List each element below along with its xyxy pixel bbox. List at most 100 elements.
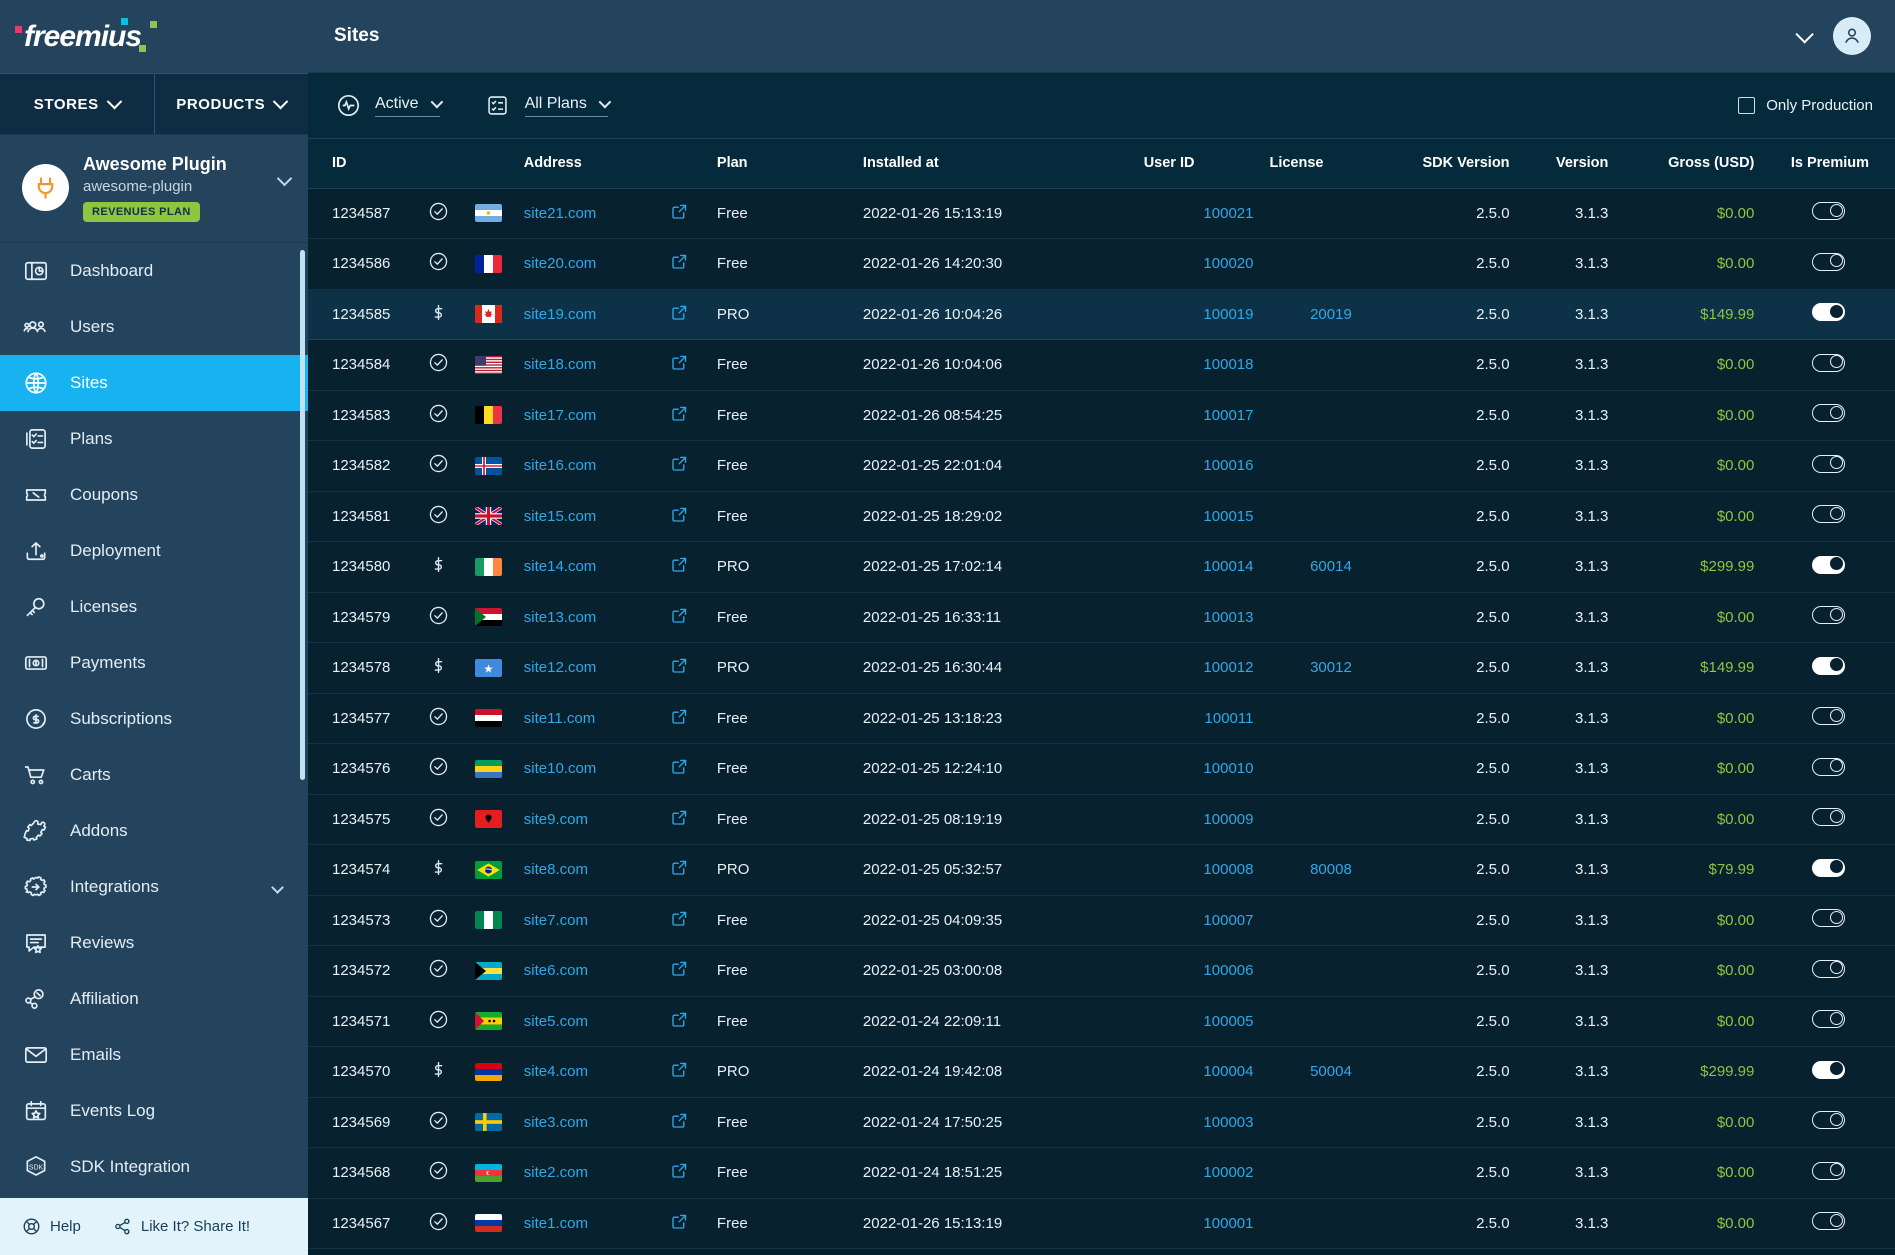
sidebar-item-sites[interactable]: Sites — [0, 355, 308, 412]
table-row[interactable]: 1234570 site4.com PRO 2022-01-24 19:42:08 10… — [308, 1046, 1895, 1098]
user-id-link[interactable]: 100007 — [1135, 895, 1262, 946]
license-link[interactable] — [1261, 390, 1374, 441]
is-premium-toggle[interactable] — [1762, 592, 1895, 643]
site-address-link[interactable]: site5.com — [515, 996, 651, 1047]
chevron-down-icon[interactable] — [271, 881, 284, 894]
col-installed-at[interactable]: Installed at — [854, 139, 1136, 189]
col-user-id[interactable]: User ID — [1135, 139, 1262, 189]
site-address-link[interactable]: site19.com — [515, 289, 651, 340]
table-row[interactable]: 1234579 site13.com Free 2022-01-25 16:33:11… — [308, 592, 1895, 643]
site-address-link[interactable]: site14.com — [515, 541, 651, 593]
avatar[interactable] — [1833, 17, 1871, 55]
sidebar-item-addons[interactable]: Addons — [0, 803, 308, 859]
col-is-premium[interactable]: Is Premium — [1762, 139, 1895, 189]
is-premium-toggle[interactable] — [1762, 844, 1895, 896]
user-id-link[interactable]: 100013 — [1135, 592, 1262, 643]
license-link[interactable]: 30012 — [1261, 642, 1374, 694]
col-license[interactable]: License — [1261, 139, 1374, 189]
external-link-icon[interactable] — [650, 491, 709, 542]
user-id-link[interactable]: 100017 — [1135, 390, 1262, 441]
license-link[interactable] — [1261, 339, 1374, 391]
user-id-link[interactable]: 100011 — [1135, 693, 1262, 744]
freemius-logo[interactable]: freemius — [15, 17, 157, 54]
external-link-icon[interactable] — [650, 390, 709, 441]
user-id-link[interactable]: 100001 — [1135, 1198, 1262, 1249]
user-id-link[interactable]: 100005 — [1135, 996, 1262, 1047]
license-link[interactable]: 20019 — [1261, 289, 1374, 340]
site-address-link[interactable]: site6.com — [515, 945, 651, 997]
sidebar-item-subscriptions[interactable]: Subscriptions — [0, 691, 308, 747]
table-row[interactable]: 1234578 site12.com PRO 2022-01-25 16:30:44 1… — [308, 642, 1895, 694]
is-premium-toggle[interactable] — [1762, 1046, 1895, 1098]
license-link[interactable] — [1261, 996, 1374, 1047]
status-select[interactable]: Active — [375, 95, 443, 117]
is-premium-toggle[interactable] — [1762, 1097, 1895, 1148]
table-row[interactable]: 1234575 site9.com Free 2022-01-25 08:19:19 1… — [308, 794, 1895, 845]
is-premium-toggle[interactable] — [1762, 743, 1895, 795]
external-link-icon[interactable] — [650, 238, 709, 290]
sidebar-item-users[interactable]: Users — [0, 299, 308, 355]
user-id-link[interactable]: 100015 — [1135, 491, 1262, 542]
col-id[interactable]: ID — [308, 139, 415, 189]
col-plan[interactable]: Plan — [708, 139, 855, 189]
products-dropdown[interactable]: PRODUCTS — [153, 74, 308, 134]
table-row[interactable]: 1234574 site8.com PRO 2022-01-25 05:32:57 10… — [308, 844, 1895, 896]
is-premium-toggle[interactable] — [1762, 238, 1895, 290]
sidebar-item-carts[interactable]: Carts — [0, 747, 308, 803]
license-link[interactable] — [1261, 895, 1374, 946]
user-id-link[interactable]: 100002 — [1135, 1147, 1262, 1199]
site-address-link[interactable]: site11.com — [515, 693, 651, 744]
site-address-link[interactable]: site21.com — [515, 188, 651, 239]
sidebar-item-emails[interactable]: Emails — [0, 1027, 308, 1083]
table-row[interactable]: 1234572 site6.com Free 2022-01-25 03:00:08 1… — [308, 945, 1895, 997]
external-link-icon[interactable] — [650, 844, 709, 896]
site-address-link[interactable]: site17.com — [515, 390, 651, 441]
site-address-link[interactable]: site2.com — [515, 1147, 651, 1199]
site-address-link[interactable]: site13.com — [515, 592, 651, 643]
table-row[interactable]: 1234568 site2.com Free 2022-01-24 18:51:25 1… — [308, 1147, 1895, 1199]
external-link-icon[interactable] — [650, 895, 709, 946]
table-row[interactable]: 1234577 site11.com Free 2022-01-25 13:18:23… — [308, 693, 1895, 744]
user-id-link[interactable]: 100020 — [1135, 238, 1262, 290]
user-id-link[interactable]: 100014 — [1135, 541, 1262, 593]
external-link-icon[interactable] — [650, 592, 709, 643]
external-link-icon[interactable] — [650, 996, 709, 1047]
stores-dropdown[interactable]: STORES — [0, 74, 154, 134]
col-address[interactable]: Address — [515, 139, 651, 189]
license-link[interactable] — [1261, 945, 1374, 997]
user-id-link[interactable]: 100003 — [1135, 1097, 1262, 1148]
table-row[interactable]: 1234584 site18.com Free 2022-01-26 10:04:06… — [308, 339, 1895, 391]
external-link-icon[interactable] — [650, 1198, 709, 1249]
is-premium-toggle[interactable] — [1762, 390, 1895, 441]
is-premium-toggle[interactable] — [1762, 188, 1895, 239]
table-row[interactable]: 1234583 site17.com Free 2022-01-26 08:54:25… — [308, 390, 1895, 441]
external-link-icon[interactable] — [650, 289, 709, 340]
is-premium-toggle[interactable] — [1762, 289, 1895, 340]
license-link[interactable] — [1261, 188, 1374, 239]
sidebar-item-integrations[interactable]: Integrations — [0, 859, 308, 915]
site-address-link[interactable]: site10.com — [515, 743, 651, 795]
license-link[interactable] — [1261, 592, 1374, 643]
table-row[interactable]: 1234573 site7.com Free 2022-01-25 04:09:35 1… — [308, 895, 1895, 946]
sidebar-item-events-log[interactable]: Events Log — [0, 1083, 308, 1139]
external-link-icon[interactable] — [650, 642, 709, 694]
table-row[interactable]: 1234571 site5.com Free 2022-01-24 22:09:11 1… — [308, 996, 1895, 1047]
is-premium-toggle[interactable] — [1762, 895, 1895, 946]
user-id-link[interactable]: 100012 — [1135, 642, 1262, 694]
is-premium-toggle[interactable] — [1762, 339, 1895, 391]
table-row[interactable]: 1234587 site21.com Free 2022-01-26 15:13:19… — [308, 188, 1895, 239]
external-link-icon[interactable] — [650, 339, 709, 391]
user-id-link[interactable]: 100016 — [1135, 440, 1262, 492]
is-premium-toggle[interactable] — [1762, 1198, 1895, 1249]
table-row[interactable]: 1234567 site1.com Free 2022-01-26 15:13:19 1… — [308, 1198, 1895, 1249]
user-id-link[interactable]: 100010 — [1135, 743, 1262, 795]
is-premium-toggle[interactable] — [1762, 541, 1895, 593]
current-product[interactable]: Awesome Plugin awesome-plugin REVENUES P… — [0, 135, 308, 244]
license-link[interactable] — [1261, 440, 1374, 492]
site-address-link[interactable]: site9.com — [515, 794, 651, 845]
external-link-icon[interactable] — [650, 743, 709, 795]
external-link-icon[interactable] — [650, 440, 709, 492]
site-address-link[interactable]: site20.com — [515, 238, 651, 290]
sidebar-item-sdk-integration[interactable]: SDK SDK Integration — [0, 1139, 308, 1195]
site-address-link[interactable]: site12.com — [515, 642, 651, 694]
